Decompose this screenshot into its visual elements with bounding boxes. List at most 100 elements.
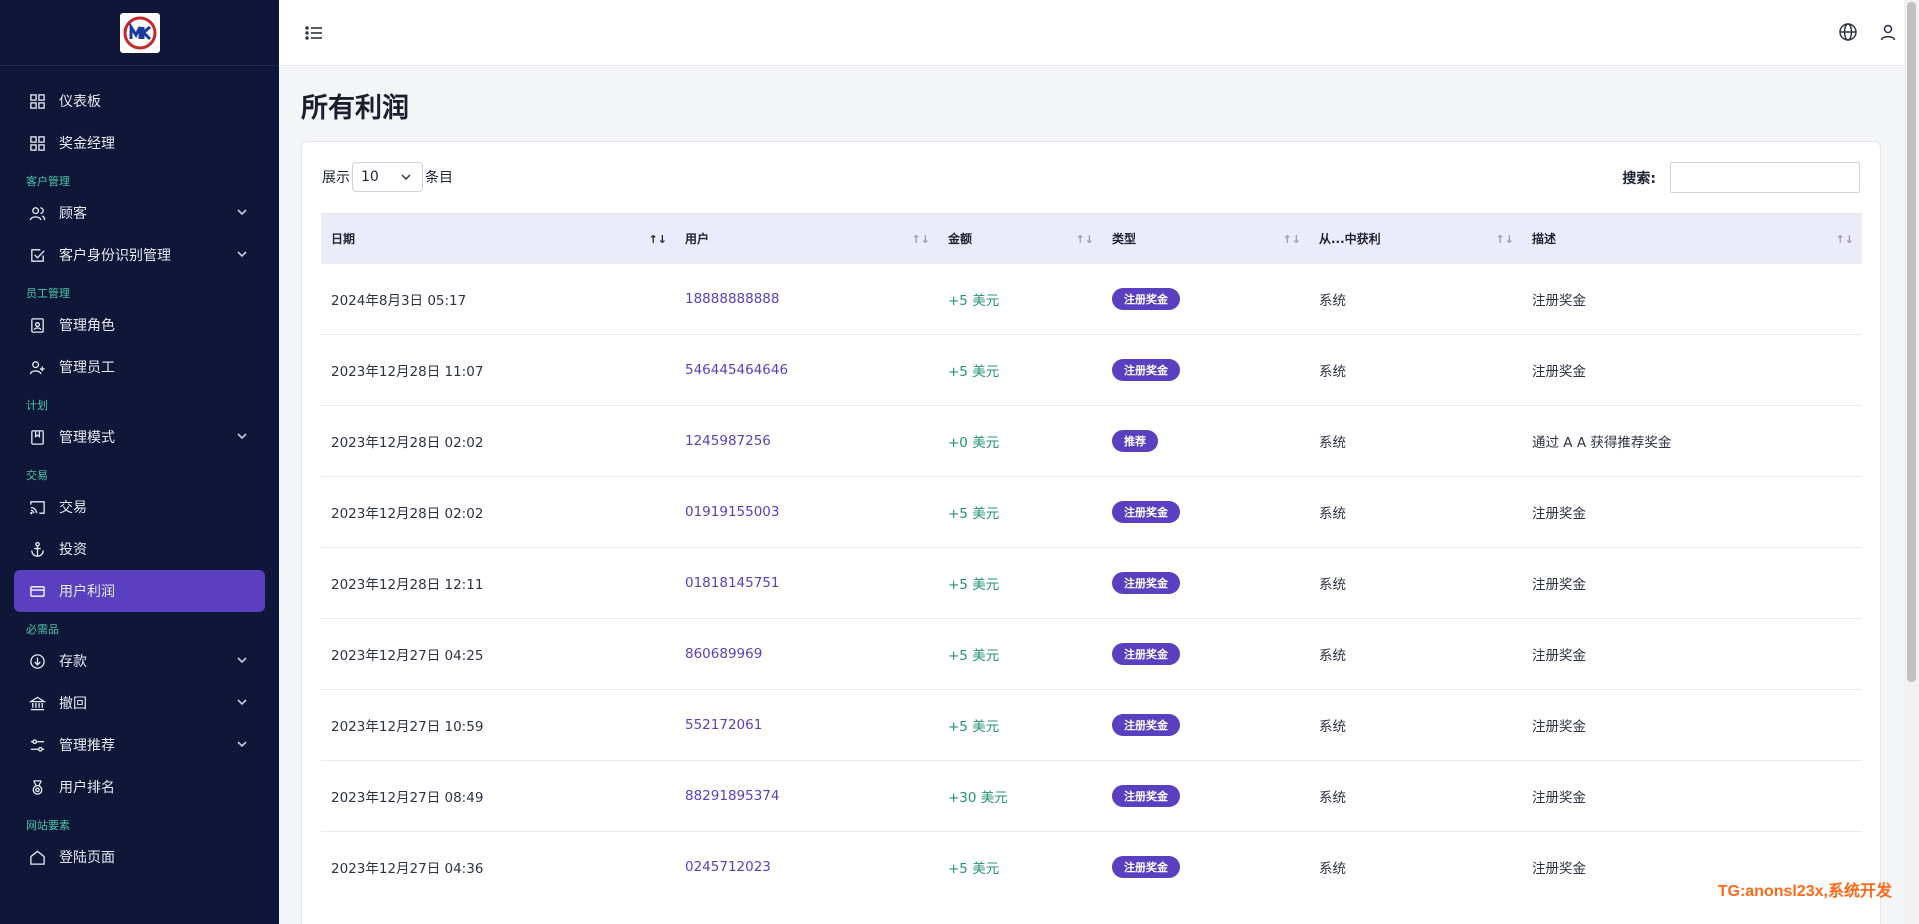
dashboard-icon [28,134,46,152]
type-cell: 注册奖金 [1102,547,1309,619]
sidebar-item[interactable]: 用户排名 [0,766,279,808]
scrollbar-thumb[interactable] [1907,2,1916,682]
description-cell: 注册奖金 [1522,334,1862,406]
chevron-down-icon [235,653,249,667]
description-cell: 注册奖金 [1522,263,1862,335]
profits-card: 展示 10 条目 搜索: 日期 ↑↓ 用户 ↑↓ 金额 ↑↓ 类型 ↑↓ 从...中获利… [301,141,1881,924]
sidebar-item[interactable]: 奖金经理 [0,122,279,164]
page-size-control: 展示 10 条目 [322,162,453,192]
user-link[interactable]: 0245712023 [675,831,938,903]
nav-section-label: 客户管理 [26,175,70,188]
nav-section-label: 交易 [26,469,48,482]
sidebar-item-label: 顾客 [59,206,87,222]
date-cell: 2023年12月28日 11:07 [321,334,675,406]
column-header-type[interactable]: 类型 ↑↓ [1102,213,1309,264]
table-row: 2023年12月28日 02:02 1245987256 +0 美元 推荐 系统 通过 A… [321,405,1862,477]
table-header-row: 日期 ↑↓ 用户 ↑↓ 金额 ↑↓ 类型 ↑↓ 从...中获利 ↑↓ 描述 ↑↓ [321,213,1862,264]
sidebar-item[interactable]: 管理模式 [0,416,279,458]
date-cell: 2023年12月27日 04:25 [321,618,675,690]
type-cell: 注册奖金 [1102,618,1309,690]
column-header-from[interactable]: 从...中获利 ↑↓ [1309,213,1522,264]
column-header-amount[interactable]: 金额 ↑↓ [938,213,1102,264]
table-row: 2023年12月28日 11:07 546445464646 +5 美元 注册奖金 系统… [321,334,1862,406]
sidebar-item[interactable]: 顾客 [0,192,279,234]
date-cell: 2023年12月27日 08:49 [321,760,675,832]
type-badge: 注册奖金 [1112,714,1180,736]
profits-table: 日期 ↑↓ 用户 ↑↓ 金额 ↑↓ 类型 ↑↓ 从...中获利 ↑↓ 描述 ↑↓ 2024年… [321,213,1862,903]
sidebar-item-label: 客户身份识别管理 [59,248,171,264]
chevron-down-icon [235,205,249,219]
table-row: 2023年12月28日 12:11 01818145751 +5 美元 注册奖金 系统注… [321,547,1862,619]
page-size-select[interactable]: 10 [352,162,423,192]
sidebar-item[interactable]: 交易 [0,486,279,528]
type-badge: 注册奖金 [1112,501,1180,523]
user-link[interactable]: 1245987256 [675,405,938,477]
type-cell: 注册奖金 [1102,760,1309,832]
sidebar-item[interactable]: 仪表板 [0,80,279,122]
arrow-down-circle-icon [28,652,46,670]
user-link[interactable]: 552172061 [675,689,938,761]
bank-icon [28,694,46,712]
user-profile-icon[interactable] [1878,22,1898,42]
sidebar-item-label: 用户排名 [59,780,115,796]
description-cell: 注册奖金 [1522,547,1862,619]
column-header-date[interactable]: 日期 ↑↓ [321,213,675,264]
user-link[interactable]: 546445464646 [675,334,938,406]
from-cell: 系统 [1309,547,1522,619]
sidebar-item[interactable]: 投资 [0,528,279,570]
from-cell: 系统 [1309,334,1522,406]
search-label: 搜索: [1622,170,1656,187]
sidebar-item[interactable]: 撤回 [0,682,279,724]
users-icon [28,204,46,222]
book-icon [28,428,46,446]
sort-icon: ↑↓ [1835,233,1854,246]
description-cell: 注册奖金 [1522,689,1862,761]
column-header-user[interactable]: 用户 ↑↓ [675,213,938,264]
globe-icon[interactable] [1838,22,1858,42]
amount-cell: +30 美元 [938,760,1102,832]
sort-icon: ↑↓ [1495,233,1514,246]
date-cell: 2023年12月28日 02:02 [321,405,675,477]
description-cell: 注册奖金 [1522,618,1862,690]
table-row: 2023年12月28日 02:02 01919155003 +5 美元 注册奖金 系统注… [321,476,1862,548]
column-header-description[interactable]: 描述 ↑↓ [1522,213,1862,264]
user-link[interactable]: 01919155003 [675,476,938,548]
chevron-down-icon [235,429,249,443]
date-cell: 2023年12月28日 12:11 [321,547,675,619]
user-link[interactable]: 860689969 [675,618,938,690]
user-link[interactable]: 01818145751 [675,547,938,619]
from-cell: 系统 [1309,476,1522,548]
chevron-down-icon [235,695,249,709]
sidebar-item[interactable]: 客户身份识别管理 [0,234,279,276]
amount-cell: +5 美元 [938,263,1102,335]
table-row: 2023年12月27日 04:36 0245712023 +5 美元 注册奖金 系统 注册… [321,831,1862,903]
logo-area [0,0,279,66]
anchor-icon [28,540,46,558]
type-badge: 注册奖金 [1112,572,1180,594]
sidebar-item[interactable]: 用户利润 [14,570,265,612]
page-size-value: 10 [361,169,379,185]
type-cell: 推荐 [1102,405,1309,477]
sort-icon: ↑↓ [1282,233,1301,246]
sidebar-item[interactable]: 管理推荐 [0,724,279,766]
sidebar-item[interactable]: 登陆页面 [0,836,279,878]
user-link[interactable]: 18888888888 [675,263,938,335]
sidebar-item-label: 奖金经理 [59,136,115,152]
table-row: 2024年8月3日 05:17 18888888888 +5 美元 注册奖金 系统 注册奖… [321,263,1862,335]
sidebar-item[interactable]: 管理角色 [0,304,279,346]
from-cell: 系统 [1309,405,1522,477]
search-input[interactable] [1670,162,1860,193]
brand-logo[interactable] [119,12,160,53]
menu-toggle-icon[interactable] [303,22,325,44]
sidebar-item[interactable]: 存款 [0,640,279,682]
amount-cell: +5 美元 [938,547,1102,619]
page-scrollbar[interactable] [1904,0,1919,924]
sidebar-item[interactable]: 管理员工 [0,346,279,388]
sidebar-item-label: 交易 [59,500,87,516]
sort-icon: ↑↓ [1075,233,1094,246]
sidebar-item-label: 仪表板 [59,94,101,110]
user-link[interactable]: 88291895374 [675,760,938,832]
amount-cell: +0 美元 [938,405,1102,477]
show-label: 展示 [322,170,350,186]
nav-section-label: 网站要素 [26,819,70,832]
